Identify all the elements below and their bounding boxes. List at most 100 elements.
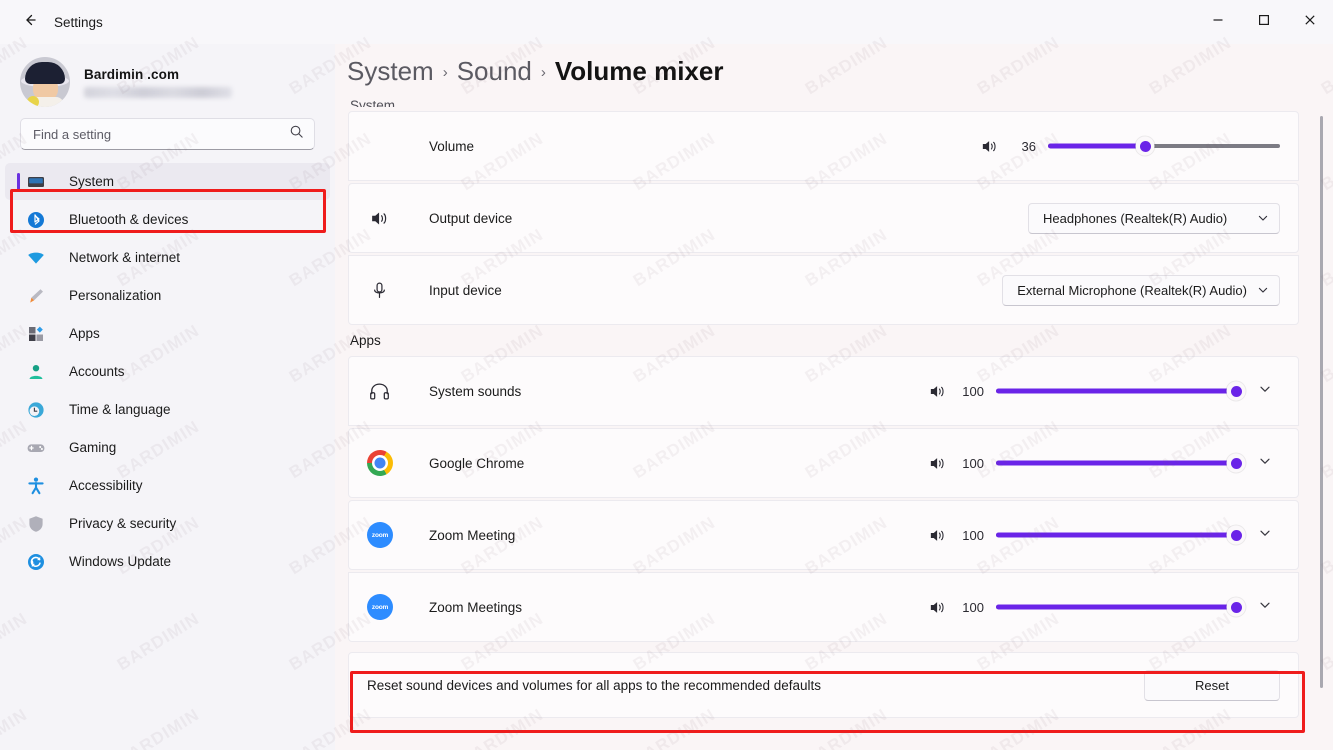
back-button[interactable] [12, 7, 48, 37]
sidebar: Bardimin .com [0, 44, 335, 750]
close-button[interactable] [1287, 0, 1333, 44]
slider-thumb[interactable] [1136, 137, 1155, 156]
sidebar-item-network-internet[interactable]: Network & internet [5, 239, 330, 276]
sidebar-item-label: Personalization [69, 288, 161, 303]
slider-thumb[interactable] [1227, 598, 1246, 617]
sidebar-item-label: Bluetooth & devices [69, 212, 188, 227]
settings-scroll-area: System Volume 3 [335, 98, 1333, 750]
app-volume-slider[interactable] [996, 524, 1236, 546]
app-row-title: Zoom Meeting [429, 528, 515, 543]
search-box[interactable] [20, 118, 315, 150]
breadcrumb-separator: › [443, 64, 448, 81]
output-device-controls: Headphones (Realtek(R) Audio) [1028, 203, 1280, 234]
app-row-lead: zoom [367, 522, 429, 548]
app-row-expand-button[interactable] [1250, 376, 1280, 406]
reset-description: Reset sound devices and volumes for all … [367, 678, 821, 693]
volume-value: 36 [1006, 139, 1036, 154]
app-row-expand-button[interactable] [1250, 448, 1280, 478]
chevron-down-icon [1258, 598, 1272, 617]
sidebar-item-label: Windows Update [69, 554, 171, 569]
window-controls [1195, 0, 1333, 44]
profile-name: Bardimin .com [84, 67, 232, 82]
slider-fill [996, 533, 1236, 538]
app-row-expand-button[interactable] [1250, 592, 1280, 622]
app-row: zoom Zoom Meetings 100 [348, 572, 1299, 642]
close-icon [1304, 13, 1316, 31]
sidebar-item-accounts[interactable]: Accounts [5, 353, 330, 390]
chrome-icon [367, 450, 393, 476]
sidebar-item-time-language[interactable]: Time & language [5, 391, 330, 428]
app-row-controls: 100 [926, 592, 1280, 622]
chevron-down-icon [1257, 212, 1269, 224]
search-input[interactable] [33, 127, 289, 142]
volume-row: Volume 36 [348, 111, 1299, 181]
app-row-expand-button[interactable] [1250, 520, 1280, 550]
input-device-title: Input device [429, 283, 502, 298]
headphones-icon [367, 379, 391, 403]
slider-fill [996, 605, 1236, 610]
breadcrumb: System › Sound › Volume mixer [335, 44, 1333, 98]
update-refresh-icon [26, 552, 46, 572]
slider-thumb[interactable] [1227, 382, 1246, 401]
app-row-controls: 100 [926, 448, 1280, 478]
sidebar-item-windows-update[interactable]: Windows Update [5, 543, 330, 580]
app-volume-slider[interactable] [996, 380, 1236, 402]
app-row-title: System sounds [429, 384, 521, 399]
app-row-title: Google Chrome [429, 456, 524, 471]
chevron-down-icon [1258, 526, 1272, 545]
output-device-select[interactable]: Headphones (Realtek(R) Audio) [1028, 203, 1280, 234]
sidebar-item-system[interactable]: System [5, 163, 330, 200]
sidebar-item-gaming[interactable]: Gaming [5, 429, 330, 466]
app-row-lead [367, 450, 429, 476]
search-wrapper [0, 118, 335, 150]
sidebar-item-label: Accessibility [69, 478, 143, 493]
speaker-waves-icon[interactable] [978, 135, 1000, 157]
person-icon [26, 362, 46, 382]
search-icon [289, 124, 304, 144]
input-device-select[interactable]: External Microphone (Realtek(R) Audio) [1002, 275, 1280, 306]
sidebar-item-accessibility[interactable]: Accessibility [5, 467, 330, 504]
app-row-lead [367, 379, 429, 403]
sidebar-item-personalization[interactable]: Personalization [5, 277, 330, 314]
maximize-icon [1258, 13, 1270, 31]
apps-volume-group: System sounds 100 [348, 356, 1299, 642]
profile-email-redacted [84, 87, 232, 98]
speaker-waves-icon[interactable] [926, 524, 948, 546]
volume-slider[interactable] [1048, 135, 1280, 157]
breadcrumb-item-sound[interactable]: Sound [457, 56, 532, 87]
wifi-icon [26, 248, 46, 268]
breadcrumb-item-system[interactable]: System [347, 56, 434, 87]
sidebar-item-bluetooth-devices[interactable]: Bluetooth & devices [5, 201, 330, 238]
slider-thumb[interactable] [1227, 454, 1246, 473]
apps-section-label: Apps [350, 333, 1299, 348]
minimize-button[interactable] [1195, 0, 1241, 44]
app-volume-slider[interactable] [996, 596, 1236, 618]
app-volume-value: 100 [954, 528, 984, 543]
maximize-button[interactable] [1241, 0, 1287, 44]
app-volume-value: 100 [954, 384, 984, 399]
app-row: Google Chrome 100 [348, 428, 1299, 498]
avatar [20, 57, 70, 107]
app-row: zoom Zoom Meeting 100 [348, 500, 1299, 570]
slider-fill [996, 389, 1236, 394]
speaker-waves-icon[interactable] [926, 452, 948, 474]
microphone-icon [367, 278, 391, 302]
speaker-waves-icon[interactable] [926, 380, 948, 402]
system-settings-group: Volume 36 [348, 111, 1299, 325]
app-volume-slider[interactable] [996, 452, 1236, 474]
slider-thumb[interactable] [1227, 526, 1246, 545]
content-scrollbar[interactable] [1320, 116, 1323, 688]
app-row: System sounds 100 [348, 356, 1299, 426]
sidebar-item-label: Network & internet [69, 250, 180, 265]
app-row-controls: 100 [926, 376, 1280, 406]
system-section-label: System [350, 98, 1299, 107]
sidebar-nav: System Bluetooth & devices Network [0, 163, 335, 580]
speaker-waves-icon[interactable] [926, 596, 948, 618]
window-title: Settings [54, 15, 103, 30]
profile-block[interactable]: Bardimin .com [0, 44, 335, 118]
breadcrumb-separator: › [541, 64, 546, 81]
reset-button[interactable]: Reset [1144, 670, 1280, 701]
app-row-title: Zoom Meetings [429, 600, 522, 615]
sidebar-item-apps[interactable]: Apps [5, 315, 330, 352]
sidebar-item-privacy-security[interactable]: Privacy & security [5, 505, 330, 542]
